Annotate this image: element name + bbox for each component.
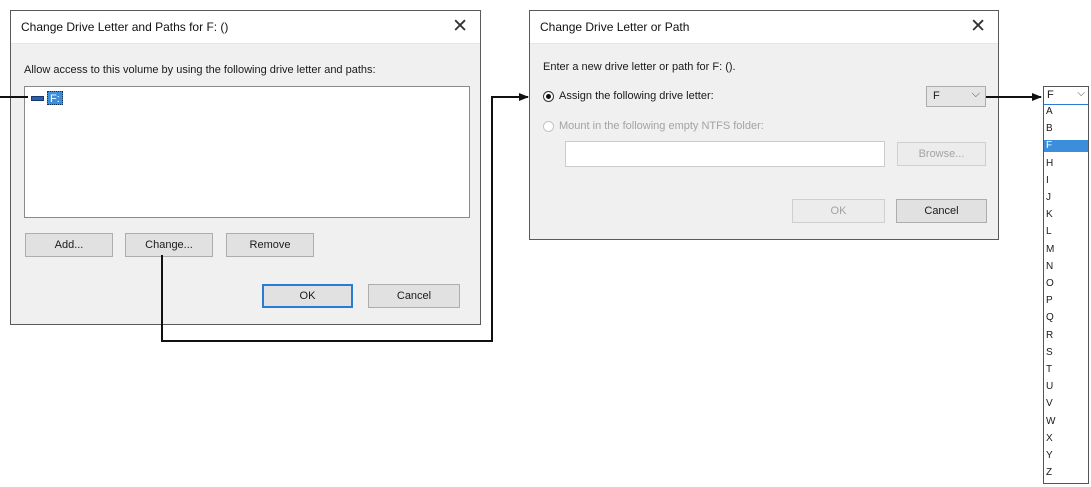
arrow-change-to-dialog2: [161, 93, 529, 342]
flow-arrows: [0, 93, 1042, 342]
